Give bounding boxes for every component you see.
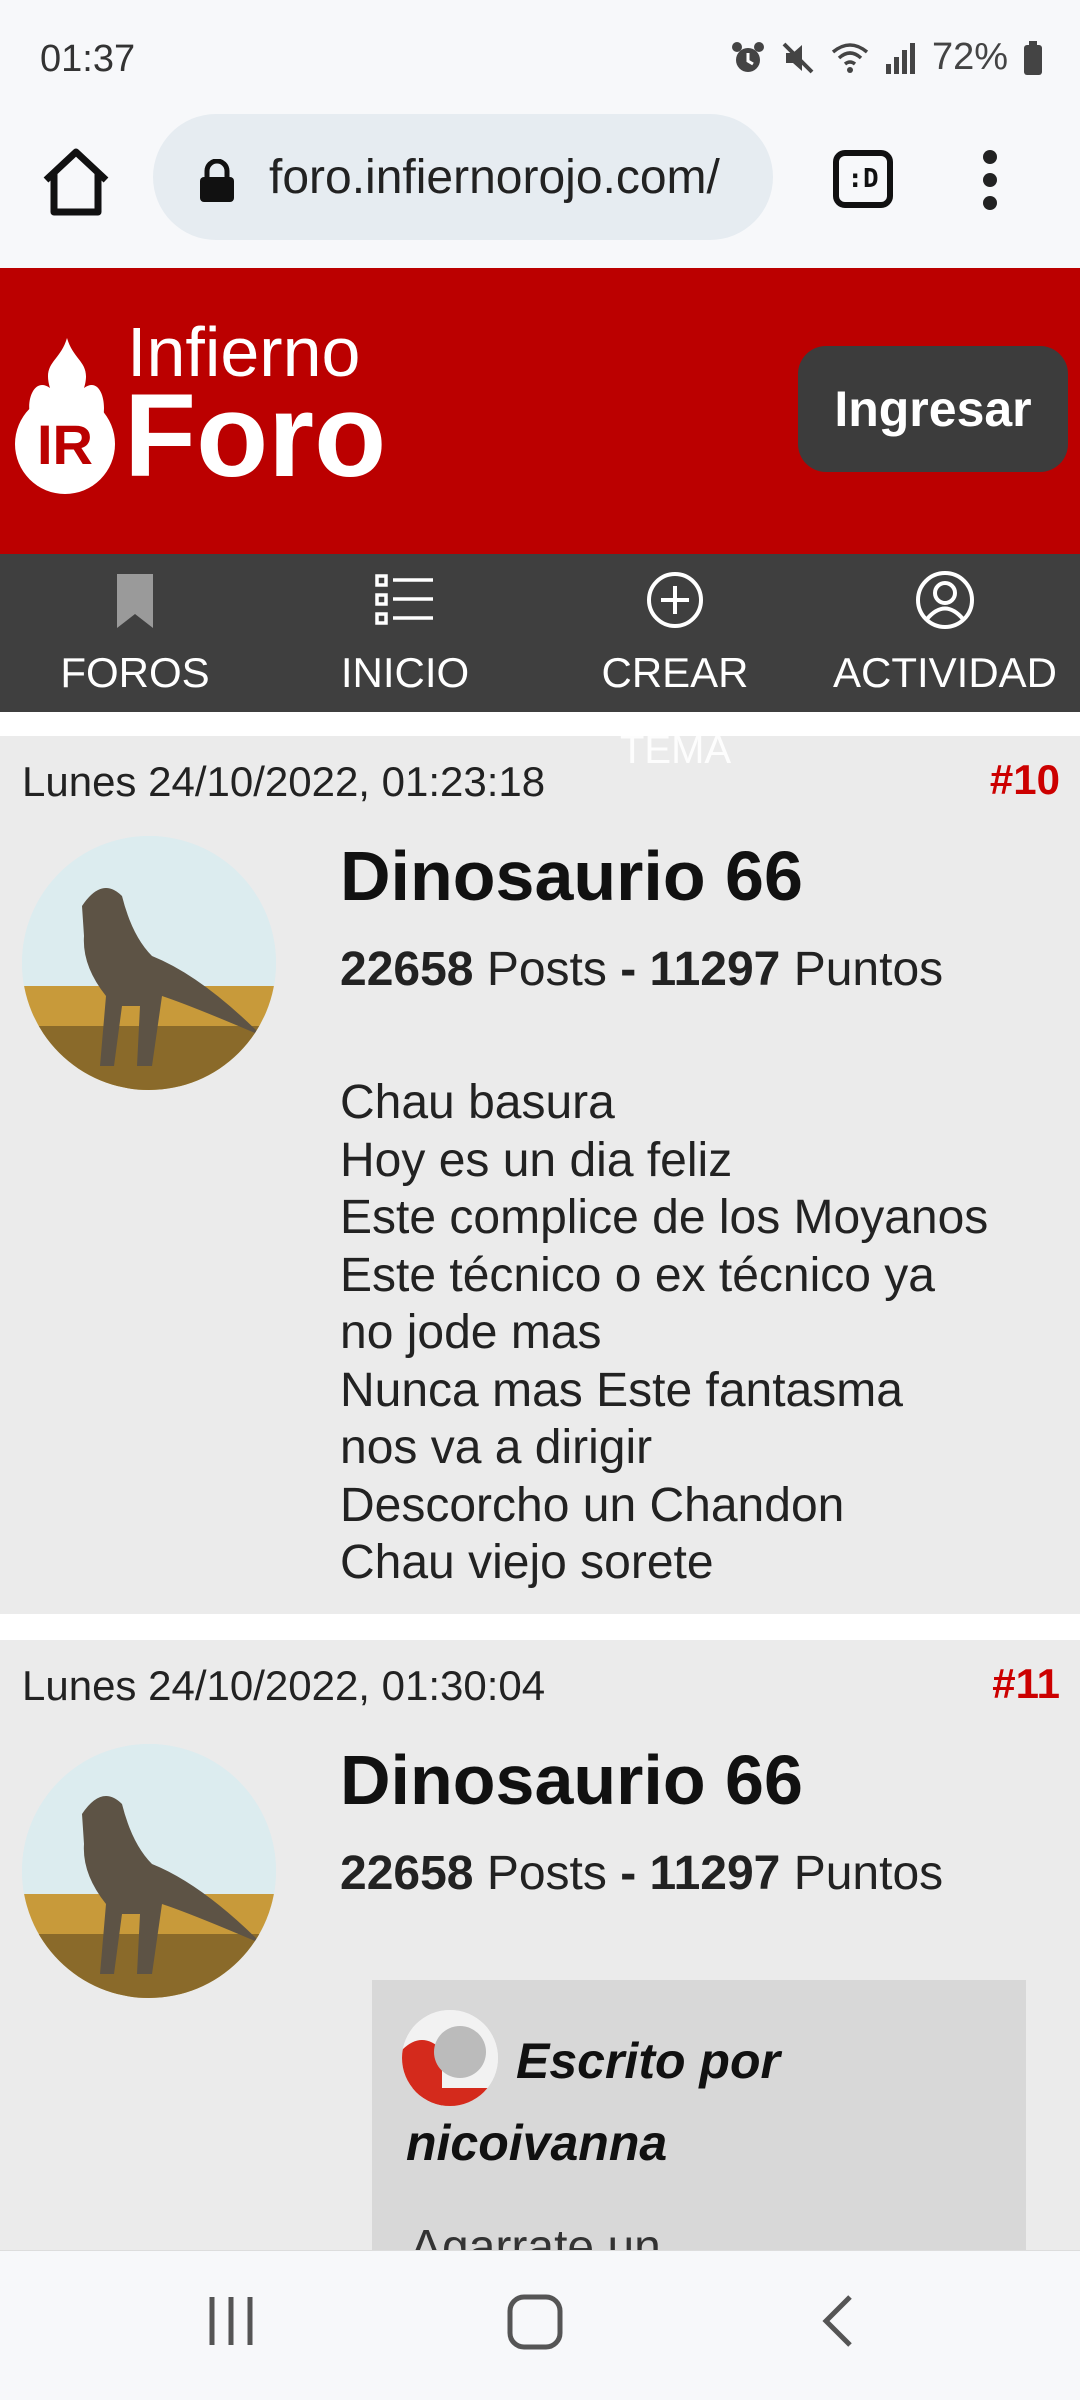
dot-icon [983, 196, 997, 210]
post-number[interactable]: #10 [990, 756, 1060, 804]
forum-post: Lunes 24/10/2022, 01:30:04 #11 Dinosauri… [0, 1640, 1080, 2250]
list-icon [375, 574, 433, 625]
post-line: Este técnico o ex técnico ya [340, 1248, 935, 1302]
nav-item-foros[interactable]: FOROS [0, 554, 270, 712]
main-nav: FOROS INICIO CREAR ACTIVIDAD [0, 554, 1080, 712]
nav-item-actividad[interactable]: ACTIVIDAD [810, 554, 1080, 712]
post-line: nos va a dirigir [340, 1421, 653, 1474]
stats-separator: - [620, 943, 637, 996]
post-line: Nunca mas Este fantasma [340, 1363, 903, 1417]
logo-badge-text: IR [37, 413, 93, 476]
post-date: Lunes 24/10/2022, 01:23:18 [22, 758, 546, 805]
dinosaur-avatar-image [22, 836, 276, 1090]
status-bar: 01:37 72% [0, 0, 1080, 100]
recent-apps-icon[interactable] [206, 2291, 256, 2351]
post-author[interactable]: Dinosaurio 66 [340, 836, 803, 916]
nav-label: CREAR [601, 649, 749, 696]
post-line: Descorcho un Chandon [340, 1478, 845, 1532]
lock-icon [200, 159, 234, 202]
flame-logo-icon: IR [15, 338, 115, 494]
author-stats: 22658 Posts - 11297 Puntos [340, 1846, 943, 1901]
posts-count: 22658 [340, 943, 474, 996]
posts-count: 22658 [340, 1847, 474, 1900]
post-body: Chau basura Hoy es un dia feliz Este com… [340, 1074, 1060, 1592]
author-stats: 22658 Posts - 11297 Puntos [340, 942, 943, 997]
alarm-icon [731, 41, 764, 72]
system-navigation-bar [0, 2250, 1080, 2400]
battery-icon [1024, 40, 1042, 75]
nav-label-overflow: TEMA [620, 728, 732, 772]
post-number[interactable]: #11 [992, 1660, 1060, 1708]
post-line: Este complice de los Moyanos [340, 1191, 989, 1244]
dot-icon [983, 150, 997, 164]
status-time: 01:37 [40, 38, 136, 80]
quote-block: Escrito por nicoivanna Agarrate un [372, 1980, 1026, 2250]
points-count: 11297 [649, 1847, 781, 1900]
signal-icon [885, 42, 915, 74]
post-line: Hoy es un dia feliz [340, 1133, 733, 1187]
post-line: Chau basura [340, 1076, 615, 1129]
nav-item-inicio[interactable]: INICIO [270, 554, 540, 712]
home-button[interactable] [38, 144, 114, 220]
user-circle-icon [916, 571, 974, 629]
mute-icon [782, 42, 814, 73]
tab-switcher-button[interactable]: :D [833, 150, 893, 208]
forum-post: Lunes 24/10/2022, 01:23:18 #10 Dinosauri… [0, 736, 1080, 1614]
points-label: Puntos [793, 943, 944, 996]
dot-icon [983, 173, 997, 187]
more-options-button[interactable] [970, 144, 1010, 220]
post-line: Chau viejo sorete [340, 1536, 714, 1589]
site-logo[interactable]: IR Infierno Foro [12, 312, 432, 512]
nav-label: ACTIVIDAD [832, 649, 1058, 696]
avatar[interactable] [22, 1744, 276, 1998]
nav-label: FOROS [60, 649, 210, 696]
battery-level: 72% [931, 36, 1008, 78]
post-date: Lunes 24/10/2022, 01:30:04 [22, 1662, 546, 1709]
nav-label: INICIO [340, 649, 470, 696]
bookmark-icon [117, 574, 153, 628]
login-button[interactable]: Ingresar [798, 346, 1068, 472]
status-icons: 72% [730, 36, 1044, 79]
avatar[interactable] [22, 836, 276, 1090]
address-bar[interactable]: foro.infiernorojo.com/ [153, 114, 773, 240]
quote-title: Escrito por nicoivanna [406, 2033, 780, 2171]
points-label: Puntos [793, 1847, 944, 1900]
home-nav-icon[interactable] [506, 2291, 564, 2351]
posts-label: Posts [486, 943, 607, 996]
browser-toolbar: foro.infiernorojo.com/ :D [0, 100, 1080, 268]
quote-text: Agarrate un [410, 2221, 661, 2250]
stats-separator: - [620, 1847, 637, 1900]
posts-label: Posts [486, 1847, 607, 1900]
dinosaur-avatar-image [22, 1744, 276, 1998]
points-count: 11297 [649, 943, 781, 996]
forum-header: IR Infierno Foro Ingresar [0, 268, 1080, 554]
url-text: foro.infiernorojo.com/ [269, 151, 720, 204]
plus-circle-icon [647, 572, 703, 628]
post-author[interactable]: Dinosaurio 66 [340, 1740, 803, 1820]
logo-word-foro: Foro [124, 370, 387, 502]
wifi-icon [831, 42, 869, 73]
back-icon[interactable] [818, 2291, 858, 2351]
nav-item-crear[interactable]: CREAR [540, 554, 810, 712]
home-icon [43, 148, 109, 216]
post-line: no jode mas [340, 1306, 602, 1359]
